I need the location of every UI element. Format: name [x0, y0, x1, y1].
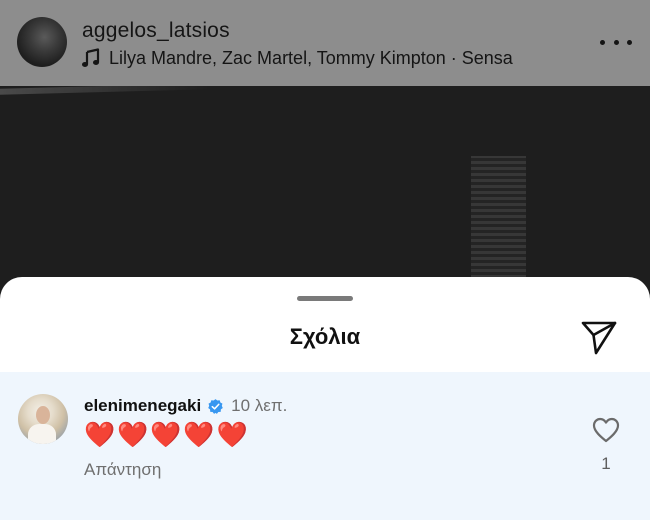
comment-text: ❤️❤️❤️❤️❤️	[84, 421, 250, 449]
reply-button[interactable]: Απάντηση	[84, 460, 161, 480]
more-options-button[interactable]	[600, 32, 632, 52]
comment-header: elenimenegaki 10 λεπ.	[84, 396, 287, 416]
comment-item[interactable]: elenimenegaki 10 λεπ. ❤️❤️❤️❤️❤️ Απάντησ…	[0, 372, 650, 520]
audio-attribution[interactable]: Lilya Mandre, Zac Martel, Tommy Kimpton …	[82, 47, 513, 69]
music-note-icon	[82, 48, 100, 67]
post-media	[0, 86, 650, 296]
comment-timestamp: 10 λεπ.	[231, 396, 288, 415]
comments-sheet: Σχόλια elenimenegaki 10 λεπ. ❤️❤️❤️❤️❤️ …	[0, 277, 650, 520]
like-comment-button[interactable]	[591, 416, 621, 444]
like-count: 1	[601, 454, 611, 473]
verified-badge-icon	[208, 398, 223, 414]
sheet-drag-handle[interactable]	[297, 296, 353, 301]
send-icon	[581, 321, 617, 355]
sheet-title: Σχόλια	[289, 324, 361, 349]
post-header: aggelos_latsios Lilya Mandre, Zac Martel…	[0, 0, 650, 86]
post-username[interactable]: aggelos_latsios	[82, 19, 230, 43]
share-button[interactable]	[580, 319, 618, 355]
commenter-username[interactable]: elenimenegaki	[84, 396, 201, 416]
audio-track-label: Lilya Mandre, Zac Martel, Tommy Kimpton …	[109, 47, 513, 68]
media-pillar	[471, 156, 526, 296]
media-light-streak	[0, 86, 210, 95]
post-author-avatar[interactable]	[17, 17, 67, 67]
commenter-avatar[interactable]	[18, 394, 68, 444]
more-options-icon	[600, 39, 605, 45]
heart-outline-icon	[592, 417, 620, 443]
